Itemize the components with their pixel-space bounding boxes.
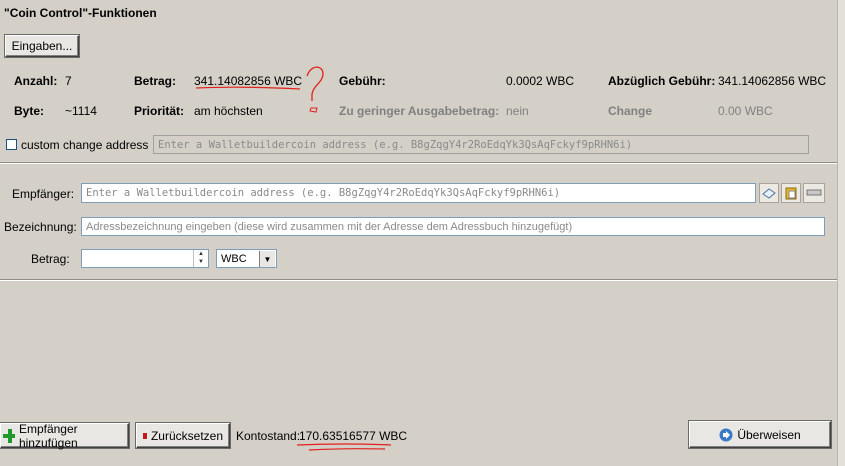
send-label: Überweisen [737,427,801,442]
quantity-label: Anzahl: [14,74,58,88]
chevron-down-icon[interactable]: ▼ [259,251,275,267]
label-label: Bezeichnung: [4,220,77,234]
after-fee-value: 341.14062856 WBC [718,74,827,88]
change-value: 0.00 WBC [718,104,773,118]
clear-label: Zurücksetzen [150,428,223,443]
paste-icon [785,187,797,200]
entry-divider [0,279,837,281]
spin-up-icon[interactable]: ▲ [194,250,208,258]
annotation-marks [195,66,324,113]
pay-to-input[interactable]: Enter a Walletbuildercoin address (e.g. … [81,183,756,203]
paste-button[interactable] [781,183,801,203]
scrollbar[interactable] [837,0,845,466]
custom-change-checkbox[interactable] [6,139,17,150]
coin-control-title: "Coin Control"-Funktionen [4,6,157,20]
after-fee-label: Abzüglich Gebühr: [608,74,716,88]
add-icon [3,428,15,443]
add-recipient-label: Empfänger hinzufügen [18,421,78,450]
inputs-button[interactable]: Eingaben... [5,35,79,57]
custom-change-address-input[interactable]: Enter a Walletbuildercoin address (e.g. … [153,135,809,154]
amount-spinner[interactable]: ▲ ▼ [193,250,208,267]
fee-label: Gebühr: [339,74,386,88]
delete-icon [806,189,822,196]
eraser-icon [143,432,147,439]
unit-select[interactable]: WBC ▼ [216,249,277,268]
balance-value: 170.63516577 WBC [299,429,408,443]
custom-change-label: custom change address [21,138,149,152]
address-book-icon [762,188,776,199]
address-book-button[interactable] [759,183,779,203]
add-recipient-button[interactable]: Empfänger hinzufügen [0,421,129,450]
section-divider [0,162,837,164]
fee-value: 0.0002 WBC [506,74,575,88]
low-output-value: nein [506,104,529,118]
amount-spinbox[interactable]: ▲ ▼ [81,249,209,268]
priority-label: Priorität: [134,104,185,118]
balance-annotation [296,443,392,451]
quantity-value: 7 [65,74,72,88]
change-label: Change [608,104,653,118]
send-arrow-icon [719,428,733,441]
unit-select-value: WBC [221,252,247,265]
send-button[interactable]: Überweisen [689,421,831,448]
send-amount-label: Betrag: [31,252,70,266]
label-input[interactable]: Adressbezeichnung eingeben (diese wird z… [81,217,825,236]
amount-label: Betrag: [134,74,177,88]
low-output-label: Zu geringer Ausgabebetrag: [339,104,500,118]
pay-to-label: Empfänger: [12,187,75,201]
balance-label: Kontostand: [236,429,301,443]
spin-down-icon[interactable]: ▼ [194,258,208,266]
delete-button[interactable] [803,183,825,203]
bytes-label: Byte: [14,104,45,118]
bytes-value: ~1114 [65,104,97,118]
clear-button[interactable]: Zurücksetzen [136,423,230,448]
